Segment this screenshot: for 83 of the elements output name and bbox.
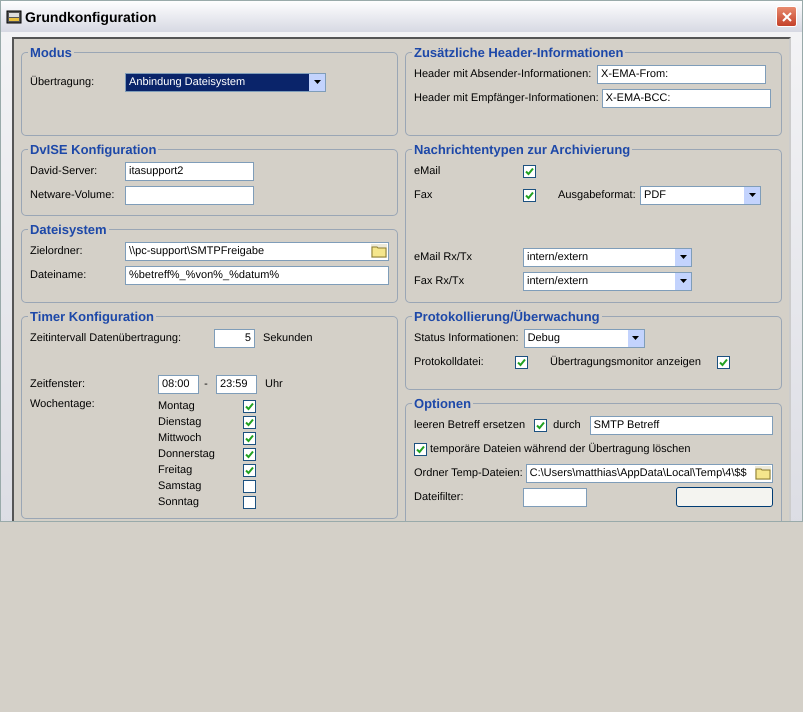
field-label: Fax Rx/Tx <box>414 275 466 287</box>
checkbox-label: Protokolldatei: <box>414 356 485 368</box>
field-label: Ordner Temp-Dateien: <box>414 467 524 479</box>
input-field[interactable]: 23:59 <box>216 374 257 394</box>
dropdown[interactable]: Debug <box>524 328 645 348</box>
close-button[interactable] <box>776 6 797 27</box>
checkbox-label: temporäre Dateien während der Übertragung löschen <box>430 443 692 455</box>
checkbox-label: eMail <box>414 165 442 177</box>
dropdown[interactable]: Anbindung Dateisystem <box>125 72 326 92</box>
close-icon <box>782 12 792 22</box>
folder-icon[interactable] <box>371 244 387 258</box>
unit-label: Uhr <box>265 378 284 390</box>
field-label: Zielordner: <box>30 245 84 257</box>
checkbox[interactable] <box>243 496 256 508</box>
input-field[interactable]: SMTP Betreff <box>590 416 773 434</box>
dropdown[interactable]: PDF <box>640 186 761 204</box>
field-label: Netware-Volume: <box>30 189 116 201</box>
separator-label: - <box>203 378 209 390</box>
field-label: Header mit Empfänger-Informationen: <box>414 92 600 104</box>
button[interactable] <box>676 487 773 507</box>
weekday-label: Mittwoch <box>158 432 202 444</box>
checkbox[interactable] <box>243 448 256 460</box>
checkbox[interactable] <box>243 400 256 412</box>
group-title: Modus <box>29 45 73 60</box>
caret-icon <box>748 193 756 197</box>
weekday-label: Montag <box>158 400 196 412</box>
weekday-label: Dienstag <box>158 416 202 428</box>
field-label: Zeitfenster: <box>30 378 86 390</box>
checkbox[interactable] <box>243 416 256 428</box>
weekday-label: Sonntag <box>158 496 200 508</box>
input-field[interactable]: X-EMA-From: <box>597 64 766 84</box>
checkbox-label: Übertragungsmonitor anzeigen <box>550 356 702 368</box>
checkbox[interactable] <box>515 356 528 368</box>
group-title: Nachrichtentypen zur Archivierung <box>413 142 632 157</box>
checkbox[interactable] <box>243 432 256 444</box>
group-title: Protokollierung/Überwachung <box>413 309 601 324</box>
folder-icon[interactable] <box>755 466 771 480</box>
field-label: Status Informationen: <box>414 332 520 344</box>
caret-icon <box>314 80 320 84</box>
field-label: Ausgabeformat: <box>558 189 637 201</box>
caret-icon <box>680 279 686 283</box>
checkbox[interactable] <box>243 464 256 476</box>
field-label: Wochentage: <box>30 398 96 410</box>
checkbox[interactable] <box>243 480 256 492</box>
input-field[interactable]: X-EMA-BCC: <box>602 88 771 108</box>
weekday-label: Donnerstag <box>158 448 216 460</box>
input-field[interactable]: \\pc-support\SMTPFreigabe <box>125 242 389 260</box>
unit-label: Sekunden <box>263 332 314 344</box>
weekday-label: Freitag <box>158 464 194 476</box>
checkbox[interactable] <box>717 356 730 368</box>
checkbox[interactable] <box>523 164 536 178</box>
input-field[interactable] <box>523 488 587 506</box>
caret-icon <box>680 255 686 259</box>
caret-icon <box>632 336 640 340</box>
field-label: eMail Rx/Tx <box>414 251 474 263</box>
field-label: Dateiname: <box>30 269 88 281</box>
group-title: Optionen <box>413 396 472 411</box>
group-title: Timer Konfiguration <box>29 309 155 324</box>
input-field[interactable]: C:\Users\matthias\AppData\Local\Temp\4\$$ <box>526 464 773 482</box>
dropdown[interactable]: intern/extern <box>523 248 692 266</box>
field-label: Dateifilter: <box>414 491 465 503</box>
group-title: DvISE Konfiguration <box>29 142 158 157</box>
input-field[interactable]: 08:00 <box>158 374 199 394</box>
field-label: Übertragung: <box>30 76 96 88</box>
checkbox[interactable] <box>534 418 548 432</box>
checkbox-label: leeren Betreff ersetzen <box>414 419 526 431</box>
input-field[interactable]: %betreff%_%von%_%datum% <box>125 266 389 284</box>
input-field[interactable] <box>125 186 254 204</box>
checkbox-label: Fax <box>414 189 434 201</box>
input-field[interactable]: 5 <box>214 328 255 348</box>
group-title: Dateisystem <box>29 222 108 237</box>
field-label: Zeitintervall Datenübertragung: <box>30 332 182 344</box>
field-label: Header mit Absender-Informationen: <box>414 68 592 80</box>
field-label: David-Server: <box>30 165 98 177</box>
checkbox[interactable] <box>523 188 536 202</box>
checkbox[interactable] <box>414 442 427 456</box>
app-icon <box>6 8 22 24</box>
dropdown[interactable]: intern/extern <box>523 272 692 290</box>
input-field[interactable]: itasupport2 <box>125 162 254 180</box>
field-label: durch <box>553 419 582 431</box>
weekday-label: Samstag <box>158 480 202 492</box>
window-title: Grundkonfiguration <box>25 8 158 24</box>
group-title: Zusätzliche Header-Informationen <box>413 45 624 60</box>
